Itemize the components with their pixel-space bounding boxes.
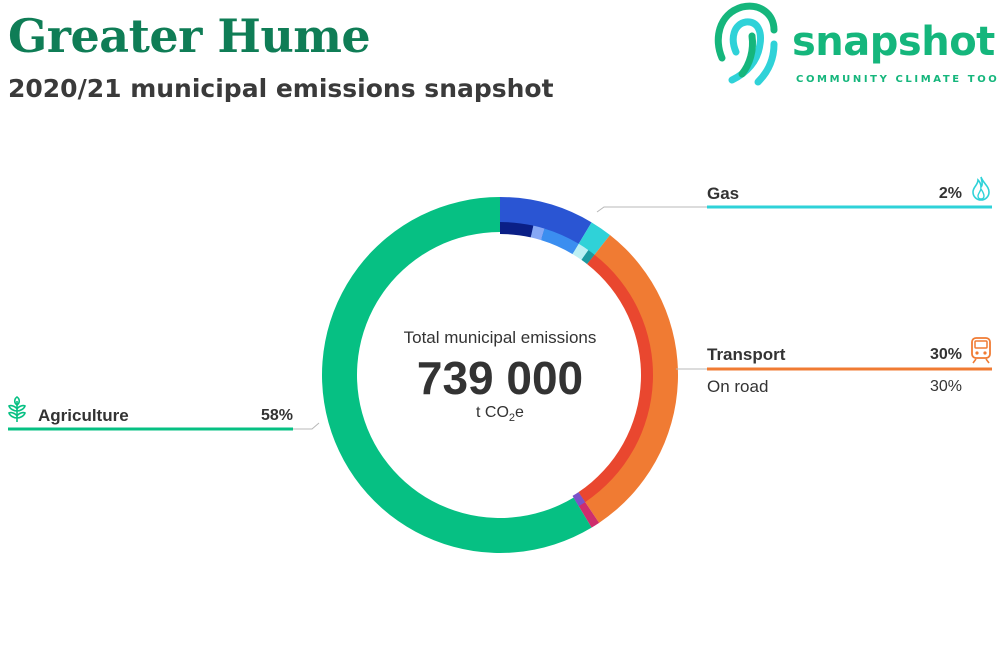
agriculture-percent: 58% [260, 407, 293, 424]
transport-label: Transport [707, 345, 786, 364]
on-road-percent: 30% [929, 378, 962, 395]
on-road-label: On road [707, 377, 769, 396]
gas-percent: 2% [938, 185, 962, 202]
agriculture-leader-line [293, 422, 320, 430]
center-title: Total municipal emissions [403, 328, 597, 347]
wheat-icon [8, 396, 26, 422]
flame-icon [972, 176, 990, 201]
emissions-unit: t CO2e [476, 404, 524, 425]
agriculture-label: Agriculture [38, 406, 129, 425]
total-emissions-value: 739 000 [416, 352, 584, 404]
gas-leader-line [596, 206, 707, 213]
gas-label: Gas [707, 184, 740, 203]
transport-percent: 30% [929, 346, 962, 363]
train-icon [971, 337, 991, 364]
